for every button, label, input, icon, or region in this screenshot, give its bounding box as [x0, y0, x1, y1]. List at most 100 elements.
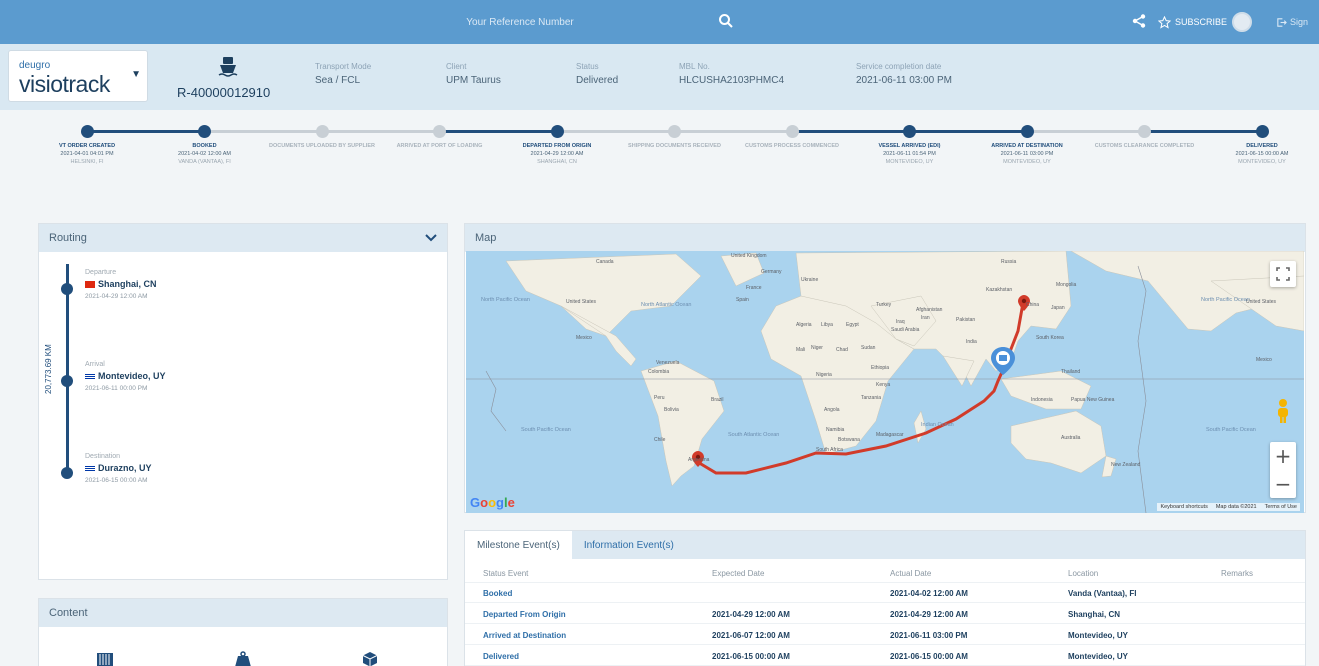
tracker-segment	[557, 130, 675, 133]
routing-header[interactable]: Routing	[39, 224, 447, 252]
table-cell-location: Montevideo, UY	[1068, 631, 1129, 640]
route-dot-arrival	[61, 375, 73, 387]
signout-button[interactable]: Sign	[1276, 12, 1308, 32]
milestone-node[interactable]	[668, 125, 681, 138]
milestone-node[interactable]	[1020, 125, 1034, 138]
header-field-status: Status Delivered	[576, 62, 618, 86]
map-place-label: Ukraine	[801, 277, 818, 283]
stop-label: Destination	[85, 453, 121, 460]
milestone-title: DOCUMENTS UPLOADED BY SUPPLIER	[269, 143, 375, 149]
table-row[interactable]: Arrived at Destination 2021-06-07 12:00 A…	[465, 625, 1305, 645]
milestone-node[interactable]	[433, 125, 446, 138]
map-place-label: Afghanistan	[916, 307, 943, 313]
milestone-item: SHIPPING DOCUMENTS RECEIVED	[616, 142, 734, 150]
map-place-label: South Pacific Ocean	[521, 427, 571, 433]
avatar[interactable]	[1232, 12, 1252, 32]
shipment-header	[0, 44, 1319, 110]
map-place-label: New Zealand	[1111, 462, 1141, 468]
map-place-label: Brazil	[711, 397, 724, 403]
event-tabs: Milestone Event(s) Information Event(s)	[465, 531, 1305, 559]
flag-uy-icon	[85, 372, 95, 380]
map-place-label: South Korea	[1036, 335, 1064, 341]
milestone-title: DELIVERED	[1246, 143, 1278, 149]
milestone-location: MONTEVIDEO, UY	[1003, 159, 1051, 165]
milestone-item: CUSTOMS CLEARANCE COMPLETED	[1086, 142, 1204, 150]
stop-place-name: Shanghai, CN	[98, 279, 157, 289]
milestone-date: 2021-06-15 00:00 AM	[1235, 151, 1289, 157]
route-stop-arrival: Arrival Montevideo, UY 2021-06-11 00:00 …	[85, 361, 166, 392]
map-place-label: Colombia	[648, 369, 669, 375]
map-place-label: Kazakhstan	[986, 287, 1012, 293]
world-map[interactable]: CanadaUnited StatesNorth Pacific OceanNo…	[466, 251, 1304, 513]
fullscreen-icon[interactable]	[1270, 261, 1296, 287]
milestone-node[interactable]	[1138, 125, 1151, 138]
zoom-in-button[interactable]: +	[1270, 442, 1296, 470]
map-place-label: Nigeria	[816, 372, 832, 378]
search-icon[interactable]	[718, 13, 734, 29]
subscribe-button[interactable]: SUBSCRIBE	[1158, 12, 1227, 32]
table-cell-location: Shanghai, CN	[1068, 610, 1121, 619]
map-place-label: Russia	[1001, 259, 1017, 265]
tracker-segment	[1027, 130, 1145, 133]
map-canvas[interactable]: Canada United States North Pacific Ocean No…	[466, 251, 1304, 513]
pegman-icon[interactable]	[1274, 398, 1292, 424]
milestone-title: SHIPPING DOCUMENTS RECEIVED	[628, 143, 721, 149]
map-place-label: Indian Ocean	[921, 422, 954, 428]
route-distance: 20,773.69 KM	[44, 344, 53, 394]
content-panel: Content	[38, 598, 448, 666]
field-value: UPM Taurus	[446, 75, 501, 86]
container-icon	[97, 653, 113, 666]
subscribe-label: SUBSCRIBE	[1175, 17, 1228, 27]
stop-place: Shanghai, CN	[85, 279, 157, 289]
milestone-node[interactable]	[198, 125, 211, 138]
map-place-label: Venezuela	[656, 360, 680, 366]
search-input[interactable]	[330, 11, 710, 33]
field-value: Sea / FCL	[315, 75, 361, 86]
milestone-item: DOCUMENTS UPLOADED BY SUPPLIER	[263, 142, 381, 150]
map-place-label: Namibia	[826, 427, 845, 433]
table-row[interactable]: Departed From Origin 2021-04-29 12:00 AM 2…	[465, 604, 1305, 624]
table-row[interactable]: Booked 2021-04-02 12:00 AM Vanda (Vantaa),…	[465, 583, 1305, 603]
map-place-label: South Africa	[816, 447, 843, 453]
share-icon[interactable]	[1131, 13, 1147, 29]
milestone-title: VT ORDER CREATED	[58, 143, 116, 149]
map-place-label: South Pacific Ocean	[1206, 427, 1256, 433]
milestone-node[interactable]	[550, 125, 564, 138]
milestone-title: DEPARTED FROM ORIGIN	[522, 143, 592, 149]
map-data-credit: Map data ©2021	[1215, 504, 1257, 510]
milestone-node[interactable]	[903, 125, 916, 138]
keyboard-shortcuts-link[interactable]: Keyboard shortcuts	[1160, 504, 1207, 510]
signout-label: Sign	[1290, 17, 1309, 27]
milestone-title: CUSTOMS CLEARANCE COMPLETED	[1094, 143, 1195, 149]
map-place-label: India	[966, 339, 977, 345]
milestone-location: MONTEVIDEO, UY	[885, 159, 934, 165]
milestone-item: ARRIVED AT DESTINATION 2021-06-11 03:00 P…	[968, 142, 1086, 166]
stop-date: 2021-06-11 00:00 PM	[85, 385, 148, 392]
weight-icon	[235, 651, 251, 666]
terms-link[interactable]: Terms of Use	[1265, 504, 1297, 510]
tab-information-events[interactable]: Information Event(s)	[572, 531, 686, 559]
milestone-title: VESSEL ARRIVED (EDI)	[878, 143, 941, 149]
field-label: Status	[576, 62, 599, 71]
milestone-node[interactable]	[785, 125, 799, 138]
map-attribution: Keyboard shortcuts Map data ©2021 Terms …	[1157, 503, 1300, 511]
milestone-title: ARRIVED AT DESTINATION	[991, 143, 1063, 149]
app-switcher[interactable]: deugro visiotrack ▼	[8, 50, 148, 102]
chevron-down-icon[interactable]	[425, 234, 437, 242]
milestone-item: VT ORDER CREATED 2021-04-01 04:01 PM HELSI…	[28, 142, 146, 166]
milestone-node[interactable]	[80, 125, 94, 138]
milestone-node[interactable]	[315, 125, 329, 138]
milestone-location: HELSINKI, FI	[70, 159, 104, 165]
package-icon	[362, 652, 378, 666]
milestone-item: DEPARTED FROM ORIGIN 2021-04-29 12:00 AM S…	[498, 142, 616, 166]
table-row[interactable]: Delivered 2021-06-15 00:00 AM 2021-06-15 0…	[465, 646, 1305, 666]
tab-milestone-events[interactable]: Milestone Event(s)	[465, 531, 572, 559]
tracker-segment	[674, 130, 792, 133]
tracker-segment	[792, 130, 910, 133]
map-place-label: Australia	[1061, 435, 1081, 441]
milestone-node[interactable]	[1255, 125, 1269, 138]
stop-label: Departure	[85, 269, 117, 276]
routing-title: Routing	[49, 232, 87, 244]
map-place-label: North Atlantic Ocean	[641, 302, 691, 308]
zoom-out-button[interactable]: −	[1270, 470, 1296, 498]
